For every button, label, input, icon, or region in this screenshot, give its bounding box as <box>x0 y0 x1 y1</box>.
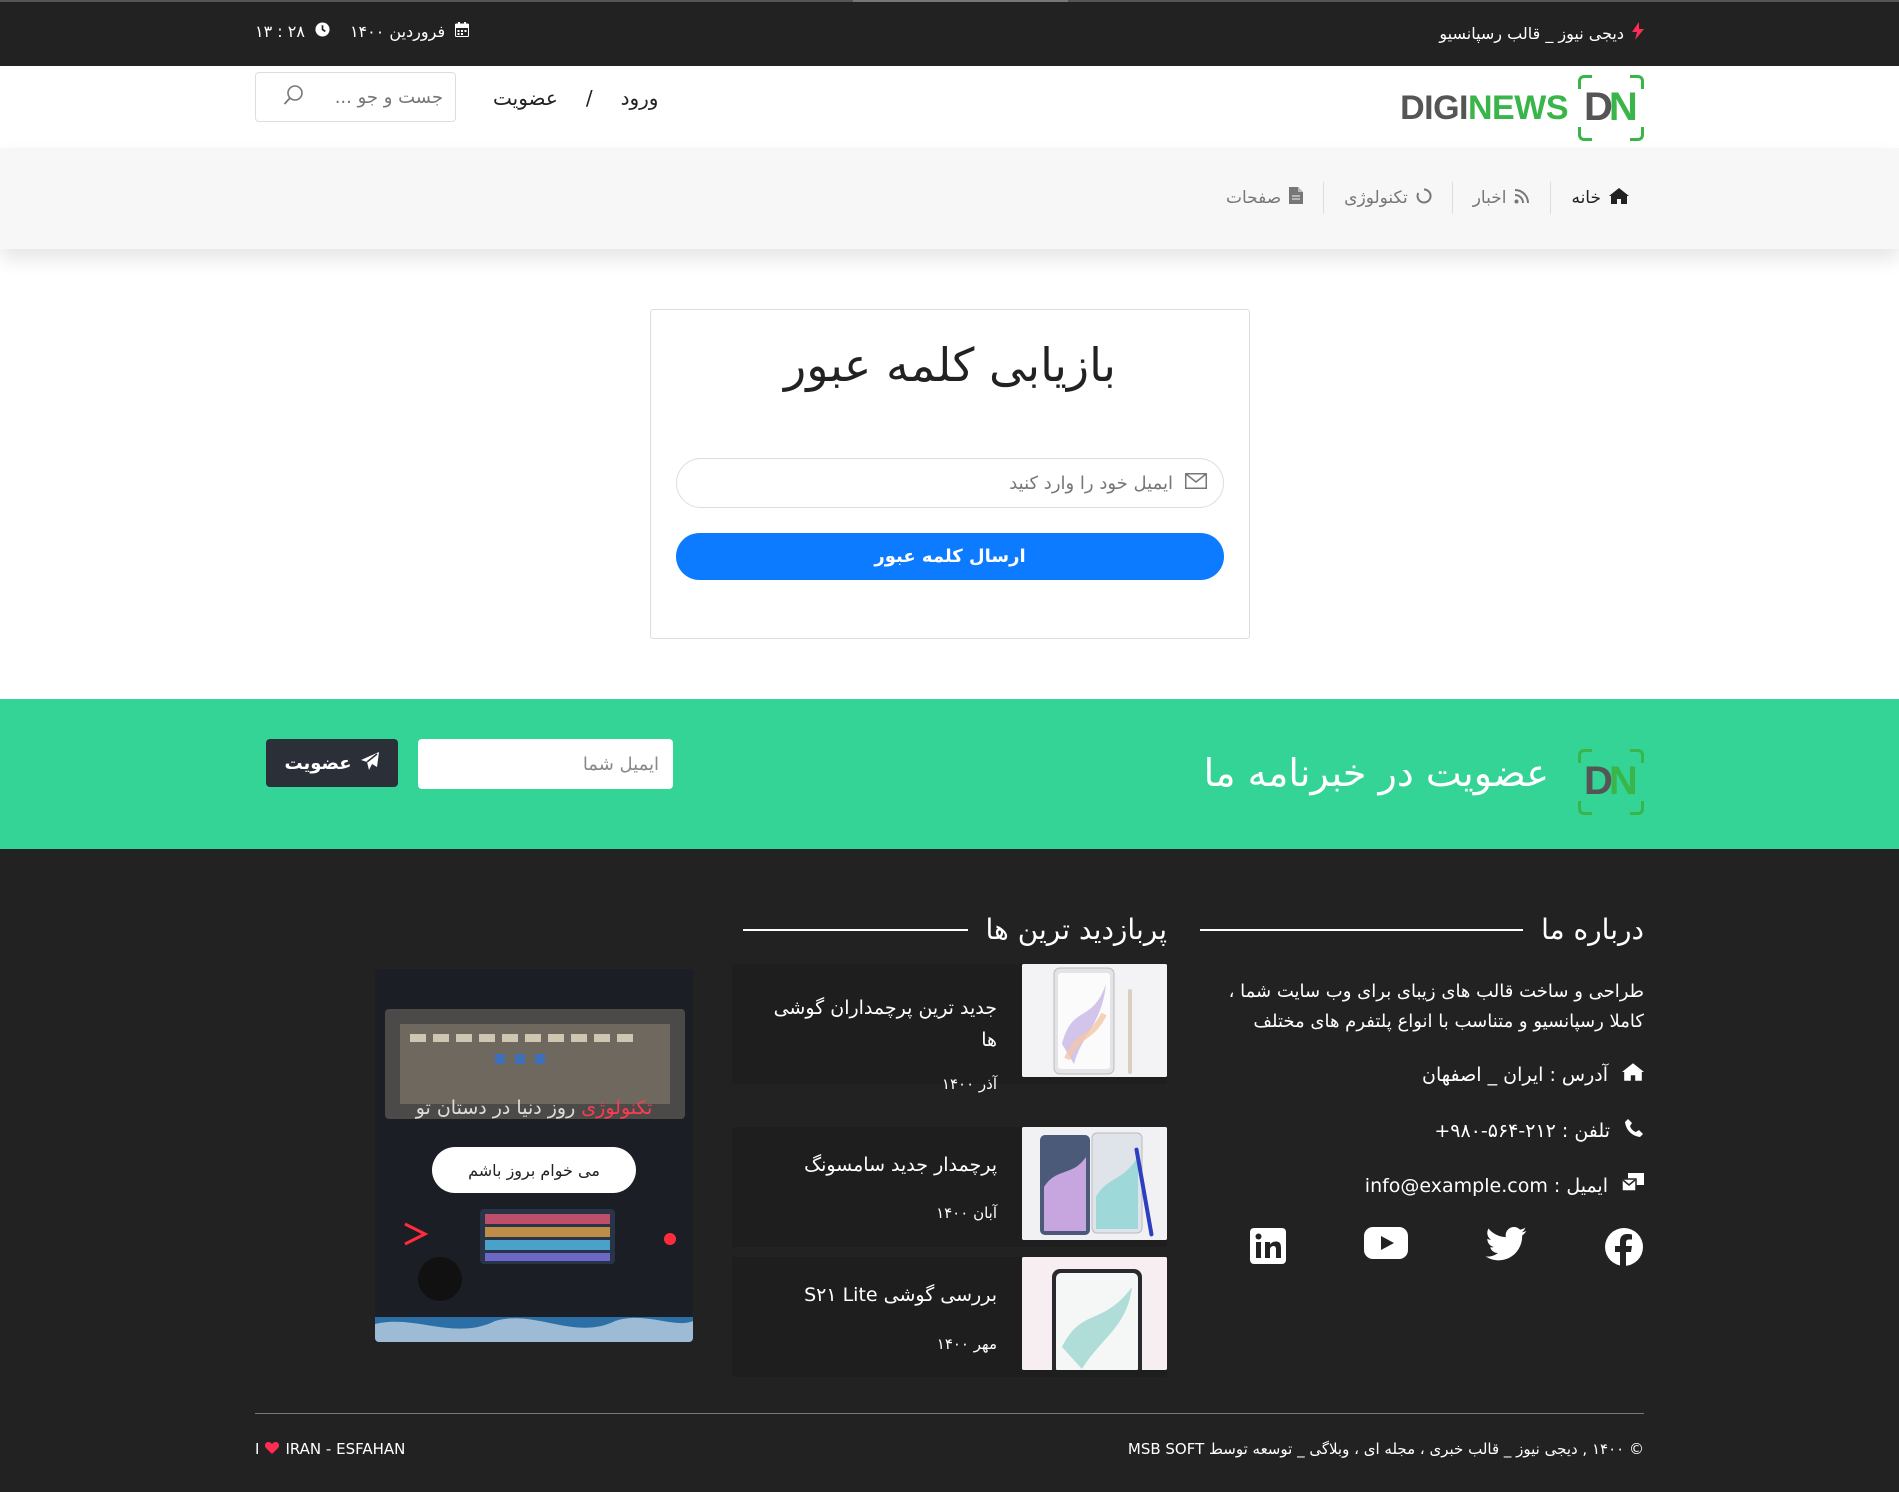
post-thumbnail <box>1022 964 1167 1077</box>
phone-icon <box>1624 1118 1644 1143</box>
nav-item-news[interactable]: اخبار <box>1451 182 1551 214</box>
post-title[interactable]: جدید ترین پرچمداران گوشی ها <box>757 992 997 1056</box>
phone-row: تلفن : ۲۱۲-۵۶۴-۹۸۰+ <box>1434 1118 1644 1143</box>
newsletter-section: DN عضویت در خبرنامه ما عضویت <box>0 699 1899 849</box>
post-date: آبان ۱۴۰۰ <box>936 1204 997 1222</box>
auth-separator: / <box>585 86 593 110</box>
newsletter-button-label: عضویت <box>284 752 352 774</box>
spinner-icon <box>1416 187 1432 209</box>
popular-post[interactable]: پرچمدار جدید سامسونگ آبان ۱۴۰۰ <box>732 1127 1167 1247</box>
location-text: I IRAN - ESFAHAN <box>255 1440 406 1458</box>
popular-heading: پربازدید ترین ها <box>742 913 1167 946</box>
home-icon <box>1622 1063 1644 1086</box>
heart-icon <box>265 1440 280 1458</box>
popular-post[interactable]: بررسی گوشی S۲۱ Lite مهر ۱۴۰۰ <box>732 1257 1167 1377</box>
auth-links: عضویت / ورود <box>493 86 658 110</box>
main-nav: خانه اخبار تکنولوژی صفحات <box>0 148 1899 249</box>
site-footer: درباره ما طراحی و ساخت قالب های زیبای بر… <box>0 849 1899 1492</box>
search-icon[interactable] <box>283 84 305 110</box>
send-password-button[interactable]: ارسال کلمه عبور <box>676 533 1224 580</box>
mail-bulk-icon <box>1621 1173 1644 1198</box>
newsletter-logo-mark: DN <box>1578 749 1644 815</box>
social-links <box>1249 1227 1644 1271</box>
home-icon <box>1609 187 1629 209</box>
popular-post[interactable]: جدید ترین پرچمداران گوشی ها آذر ۱۴۰۰ <box>732 964 1167 1093</box>
newsletter-email-input[interactable] <box>418 739 673 789</box>
register-link[interactable]: عضویت <box>493 86 558 110</box>
about-text: طراحی و ساخت قالب های زیبای برای وب سایت… <box>1228 981 1644 1032</box>
paper-plane-icon <box>360 751 380 776</box>
nav-item-pages[interactable]: صفحات <box>1206 182 1323 214</box>
address-text: آدرس : ایران _ اصفهان <box>1422 1063 1608 1086</box>
about-heading: درباره ما <box>1200 913 1644 946</box>
search-box <box>255 72 456 122</box>
post-title[interactable]: پرچمدار جدید سامسونگ <box>757 1149 997 1181</box>
promo-banner: تکنولوژی روز دنیا در دستان تو می خوام بر… <box>375 969 693 1342</box>
copyright-text: © ۱۴۰۰ , دیجی نیوز _ قالب خبری ، مجله ای… <box>1127 1440 1644 1458</box>
promo-text: تکنولوژی روز دنیا در دستان تو <box>415 1097 653 1119</box>
bolt-icon <box>1632 22 1644 45</box>
envelope-icon <box>1185 473 1207 493</box>
address-row: آدرس : ایران _ اصفهان <box>1422 1063 1644 1086</box>
promo-button[interactable]: می خوام بروز باشم <box>432 1147 636 1193</box>
file-icon <box>1289 187 1304 209</box>
recovery-email-field <box>676 458 1224 508</box>
clock-icon <box>315 22 330 41</box>
login-link[interactable]: ورود <box>621 86 659 110</box>
newsletter-subscribe-button[interactable]: عضویت <box>266 739 398 787</box>
email-text: ایمیل : info@example.com <box>1364 1174 1608 1197</box>
nav-item-home[interactable]: خانه <box>1550 182 1649 214</box>
scroll-indicator <box>853 0 1068 2</box>
date-text: فروردین ۱۴۰۰ <box>349 22 446 41</box>
phone-text: تلفن : ۲۱۲-۵۶۴-۹۸۰+ <box>1434 1119 1610 1142</box>
recovery-email-input[interactable] <box>693 472 1173 494</box>
email-row: ایمیل : info@example.com <box>1365 1173 1644 1198</box>
post-title[interactable]: بررسی گوشی S۲۱ Lite <box>757 1279 997 1311</box>
recovery-title: بازیابی کلمه عبور <box>784 338 1116 392</box>
site-logo[interactable]: DIGINEWS DN <box>1400 75 1644 141</box>
post-date: مهر ۱۴۰۰ <box>936 1335 997 1353</box>
rss-icon <box>1514 188 1530 209</box>
top-bar: دیجی نیوز _ قالب رسپانسیو فروردین ۱۴۰۰ ۲… <box>0 0 1899 66</box>
site-header: DIGINEWS DN عضویت / ورود <box>0 66 1899 148</box>
youtube-icon[interactable] <box>1364 1227 1408 1271</box>
post-thumbnail <box>1022 1257 1167 1370</box>
nav-item-label: خانه <box>1571 188 1601 208</box>
footer-divider <box>255 1413 1644 1414</box>
nav-item-label: اخبار <box>1472 188 1507 208</box>
twitter-icon[interactable] <box>1485 1227 1527 1271</box>
search-input[interactable] <box>313 86 443 108</box>
logo-wordmark: DIGINEWS <box>1400 88 1568 127</box>
facebook-icon[interactable] <box>1604 1227 1644 1271</box>
nav-item-label: صفحات <box>1225 188 1282 208</box>
newsletter-title: عضویت در خبرنامه ما <box>1203 751 1549 795</box>
calendar-icon <box>455 22 470 41</box>
linkedin-icon[interactable] <box>1249 1227 1287 1271</box>
post-date: آذر ۱۴۰۰ <box>941 1075 997 1093</box>
nav-item-label: تکنولوژی <box>1344 188 1408 208</box>
post-thumbnail <box>1022 1127 1167 1240</box>
site-tagline: دیجی نیوز _ قالب رسپانسیو <box>1439 24 1624 43</box>
nav-item-technology[interactable]: تکنولوژی <box>1323 182 1452 214</box>
site-tagline-group: دیجی نیوز _ قالب رسپانسیو <box>1439 22 1644 45</box>
date-time-group: فروردین ۱۴۰۰ ۲۸ : ۱۳ <box>255 22 470 41</box>
logo-mark: DN <box>1578 75 1644 141</box>
time-text: ۲۸ : ۱۳ <box>255 22 305 41</box>
password-recovery-card: بازیابی کلمه عبور ارسال کلمه عبور <box>650 309 1250 639</box>
